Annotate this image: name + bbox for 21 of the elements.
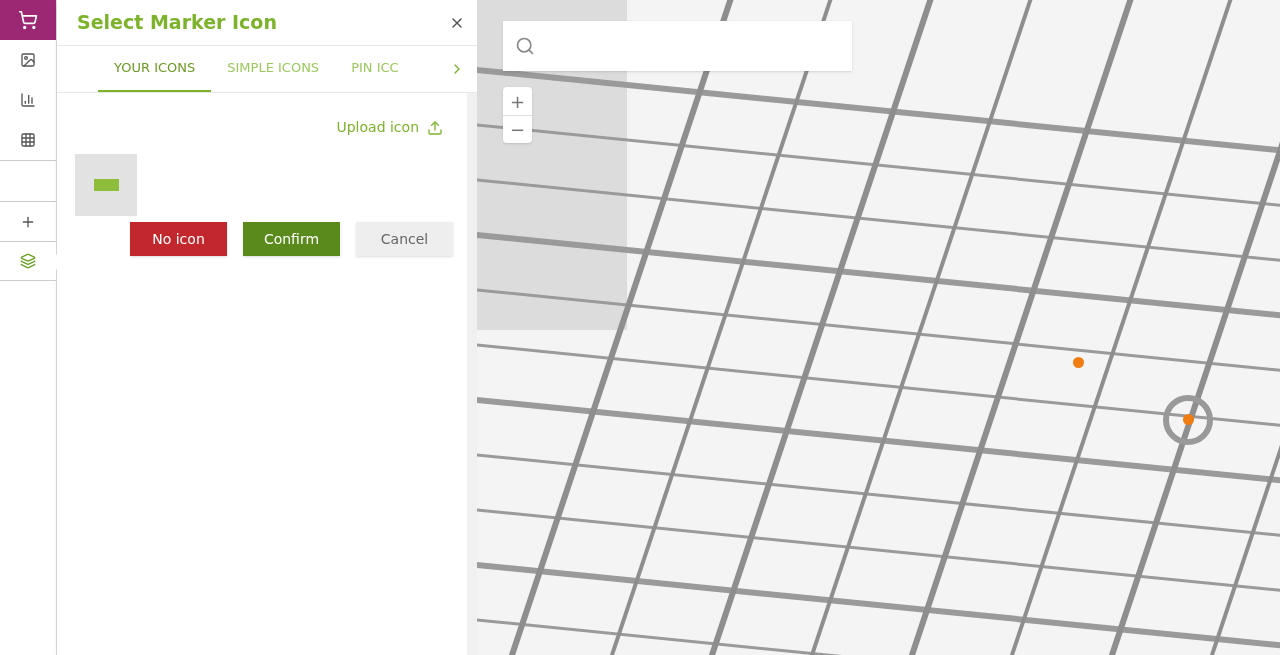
marker-icon[interactable]: [1183, 414, 1194, 425]
primary-button[interactable]: Confirm: [243, 222, 340, 256]
layers-icon: [20, 253, 36, 269]
secondary-button[interactable]: Cancel: [356, 222, 453, 256]
cart-button[interactable]: [0, 0, 56, 40]
grid-icon: [20, 132, 36, 148]
zoom-button[interactable]: +: [503, 87, 532, 115]
zoom-button[interactable]: −: [503, 115, 532, 143]
chart-icon: [20, 92, 36, 108]
image-icon: [20, 52, 36, 68]
upload-link[interactable]: Upload icon: [336, 117, 443, 138]
logo-thumbnail: [93, 179, 119, 191]
icon-tile[interactable]: [75, 154, 137, 216]
marker-icon[interactable]: [1073, 357, 1084, 368]
upload-icon: [427, 119, 443, 136]
tab[interactable]: YOUR ICONS: [98, 46, 212, 92]
cart-icon: [18, 10, 38, 30]
search-icon: [515, 36, 535, 56]
danger-button[interactable]: No icon: [130, 222, 227, 256]
search-field[interactable]: [503, 21, 852, 71]
dialog-title: Select Marker Icon: [77, 10, 277, 36]
